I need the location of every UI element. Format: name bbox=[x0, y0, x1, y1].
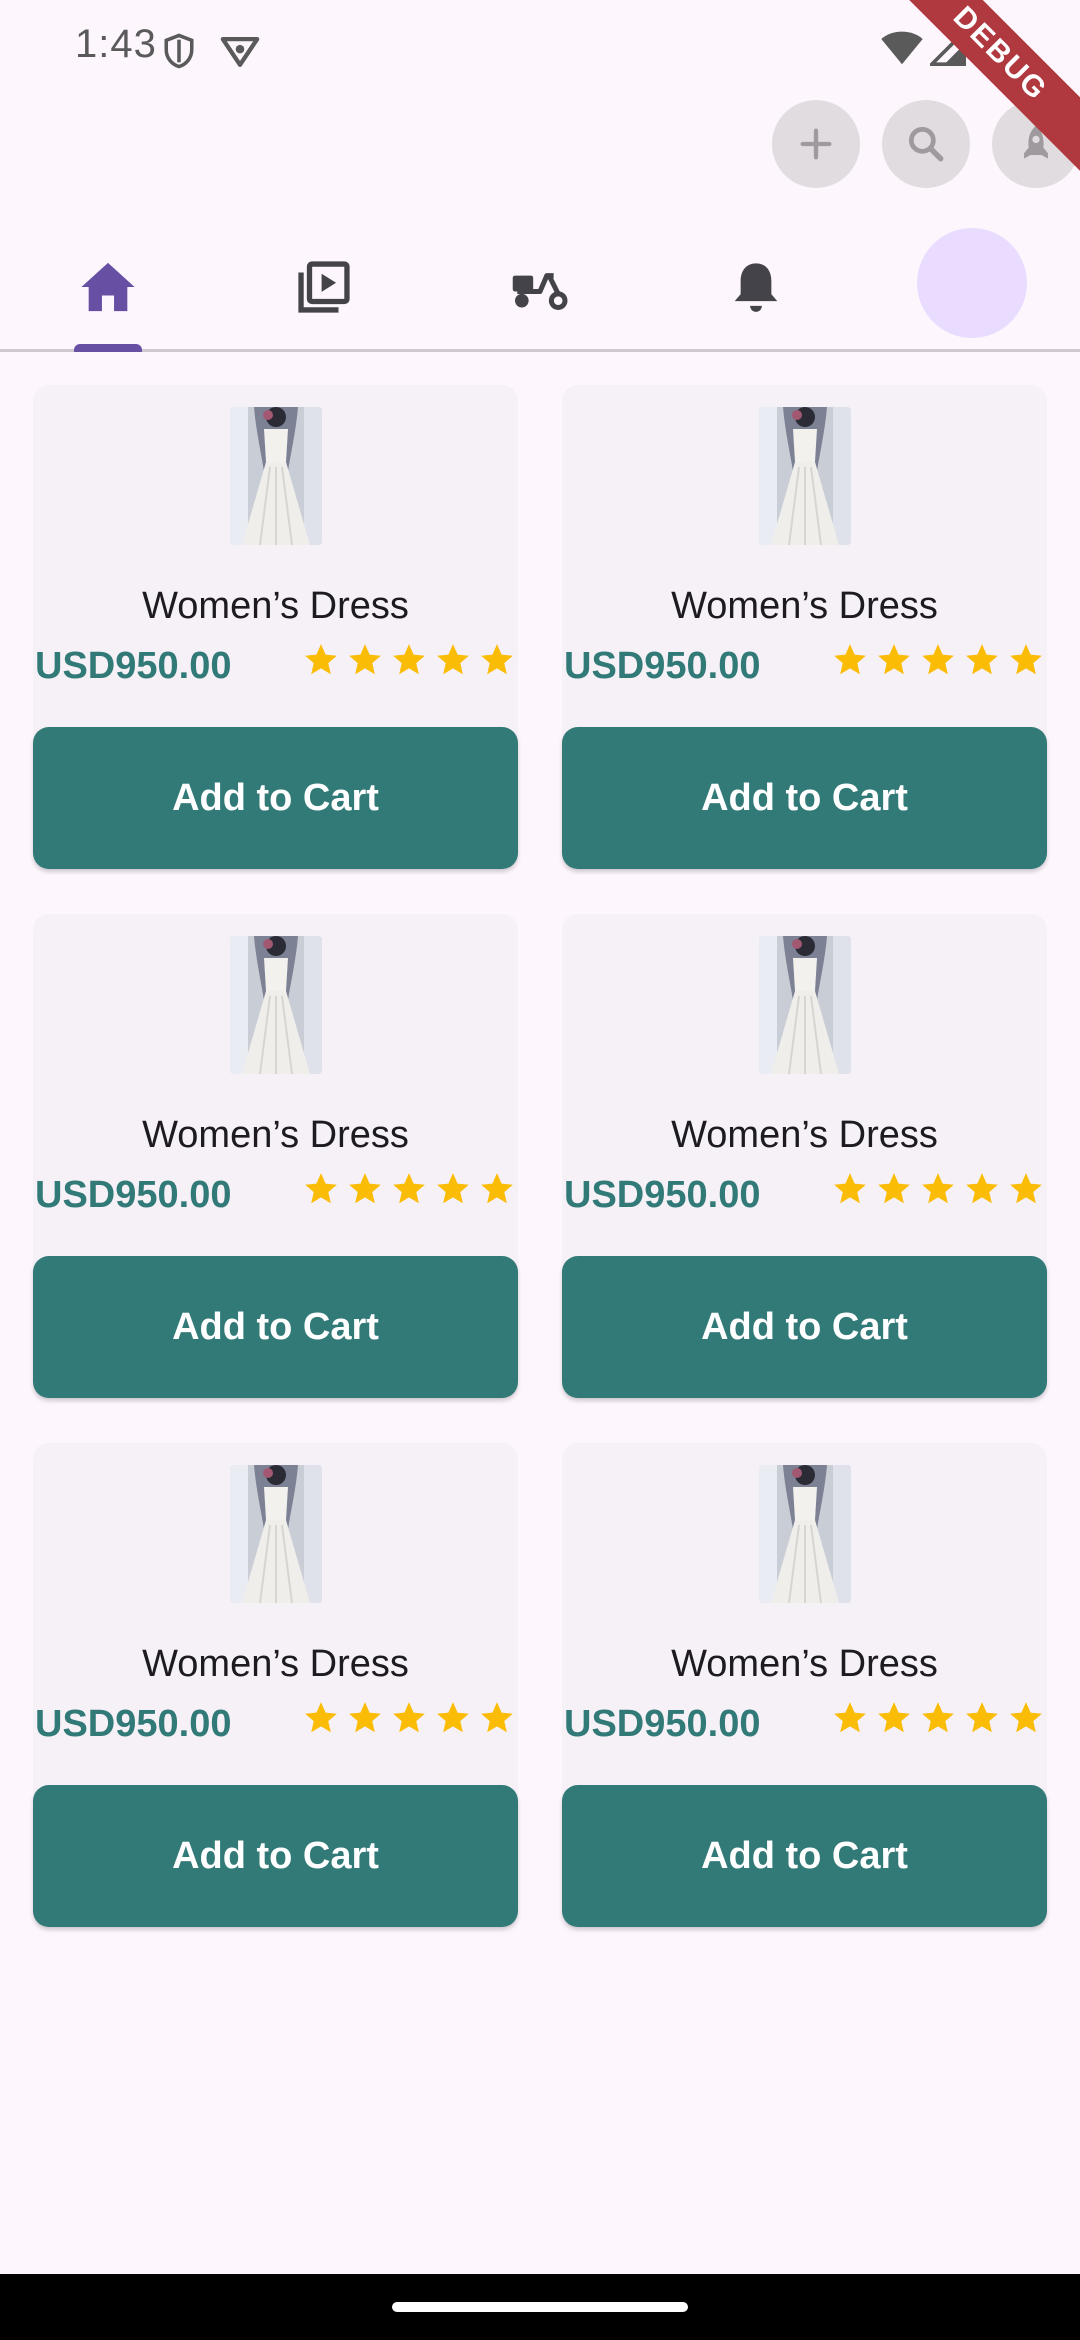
add-button[interactable] bbox=[772, 100, 860, 188]
product-price: USD950.00 bbox=[564, 1703, 761, 1745]
add-to-cart-button[interactable]: Add to Cart bbox=[33, 727, 518, 869]
add-to-cart-button[interactable]: Add to Cart bbox=[33, 1785, 518, 1927]
product-title: Women’s Dress bbox=[142, 585, 409, 627]
delivery-scooter-icon bbox=[512, 273, 568, 310]
dress-image bbox=[759, 1465, 851, 1603]
star-icon bbox=[393, 1173, 425, 1204]
home-icon bbox=[81, 262, 135, 312]
star-icon bbox=[349, 1173, 381, 1204]
dress-image bbox=[759, 407, 851, 545]
star-icon bbox=[305, 1173, 337, 1204]
star-icon bbox=[481, 1173, 513, 1204]
star-icon bbox=[966, 644, 998, 675]
product-title: Women’s Dress bbox=[671, 1114, 938, 1156]
star-icon bbox=[878, 1702, 910, 1733]
dress-image bbox=[230, 936, 322, 1074]
search-icon bbox=[908, 126, 944, 162]
product-image[interactable] bbox=[230, 1465, 322, 1603]
star-icon bbox=[393, 1702, 425, 1733]
star-icon bbox=[834, 644, 866, 675]
star-icon bbox=[481, 1702, 513, 1733]
product-image[interactable] bbox=[230, 936, 322, 1074]
star-icon bbox=[922, 1702, 954, 1733]
star-icon bbox=[1010, 644, 1042, 675]
tab-videos[interactable] bbox=[264, 222, 384, 352]
product-title: Women’s Dress bbox=[671, 585, 938, 627]
star-icon bbox=[878, 644, 910, 675]
product-card: Women’s Dress USD950.00 Add to Cart bbox=[33, 914, 518, 1399]
product-image[interactable] bbox=[759, 407, 851, 545]
status-time: 1:43 bbox=[75, 22, 157, 66]
video-library-icon bbox=[298, 261, 350, 313]
notifications-icon bbox=[734, 263, 778, 312]
product-card: Women’s Dress USD950.00 Add to Cart bbox=[562, 914, 1047, 1399]
add-to-cart-button[interactable]: Add to Cart bbox=[562, 1256, 1047, 1398]
add-to-cart-button[interactable]: Add to Cart bbox=[562, 727, 1047, 869]
product-image[interactable] bbox=[759, 1465, 851, 1603]
product-price: USD950.00 bbox=[35, 645, 232, 687]
avatar[interactable] bbox=[917, 228, 1027, 338]
star-icon bbox=[305, 644, 337, 675]
star-icon bbox=[393, 644, 425, 675]
dress-image bbox=[759, 936, 851, 1074]
dress-image bbox=[230, 1465, 322, 1603]
star-icon bbox=[437, 644, 469, 675]
product-card: Women’s Dress USD950.00 Add to Cart bbox=[33, 385, 518, 870]
star-icon bbox=[834, 1173, 866, 1204]
product-rating bbox=[831, 641, 1045, 679]
product-image[interactable] bbox=[759, 936, 851, 1074]
wifi-icon bbox=[881, 31, 923, 65]
product-title: Women’s Dress bbox=[142, 1114, 409, 1156]
star-icon bbox=[878, 1173, 910, 1204]
product-image[interactable] bbox=[230, 407, 322, 545]
star-icon bbox=[922, 644, 954, 675]
product-rating bbox=[831, 1699, 1045, 1737]
star-icon bbox=[966, 1173, 998, 1204]
product-price: USD950.00 bbox=[35, 1174, 232, 1216]
product-rating bbox=[302, 1170, 516, 1208]
status-bar: 1:43 bbox=[0, 0, 1080, 96]
star-icon bbox=[305, 1702, 337, 1733]
vpn-icon bbox=[220, 36, 260, 67]
product-card: Women’s Dress USD950.00 Add to Cart bbox=[562, 385, 1047, 870]
home-gesture-handle[interactable] bbox=[392, 2302, 688, 2312]
star-icon bbox=[481, 644, 513, 675]
star-icon bbox=[834, 1702, 866, 1733]
star-icon bbox=[966, 1702, 998, 1733]
product-card: Women’s Dress USD950.00 Add to Cart bbox=[33, 1443, 518, 1928]
selected-tab-indicator bbox=[74, 344, 142, 352]
product-title: Women’s Dress bbox=[671, 1643, 938, 1685]
product-card: Women’s Dress USD950.00 Add to Cart bbox=[562, 1443, 1047, 1928]
product-price: USD950.00 bbox=[35, 1703, 232, 1745]
tab-delivery[interactable] bbox=[480, 222, 600, 352]
star-icon bbox=[1010, 1173, 1042, 1204]
product-price: USD950.00 bbox=[564, 645, 761, 687]
add-to-cart-button[interactable]: Add to Cart bbox=[33, 1256, 518, 1398]
product-title: Women’s Dress bbox=[142, 1643, 409, 1685]
star-icon bbox=[437, 1173, 469, 1204]
search-button[interactable] bbox=[882, 100, 970, 188]
add-icon bbox=[800, 128, 832, 160]
star-icon bbox=[1010, 1702, 1042, 1733]
product-rating bbox=[302, 641, 516, 679]
star-icon bbox=[922, 1173, 954, 1204]
tab-notifications[interactable] bbox=[696, 222, 816, 352]
star-icon bbox=[437, 1702, 469, 1733]
star-icon bbox=[349, 1702, 381, 1733]
dress-image bbox=[230, 407, 322, 545]
product-rating bbox=[831, 1170, 1045, 1208]
product-price: USD950.00 bbox=[564, 1174, 761, 1216]
add-to-cart-button[interactable]: Add to Cart bbox=[562, 1785, 1047, 1927]
tab-home[interactable] bbox=[48, 222, 168, 352]
shield-icon bbox=[164, 33, 194, 69]
star-icon bbox=[349, 644, 381, 675]
product-rating bbox=[302, 1699, 516, 1737]
